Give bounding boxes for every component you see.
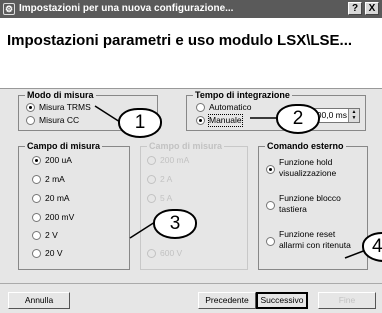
callout-2: 2 xyxy=(276,104,320,134)
footer-divider xyxy=(0,283,382,284)
callout-arrows xyxy=(94,105,367,259)
finish-button: Fine xyxy=(318,292,376,309)
callout-1-pointer xyxy=(94,105,121,123)
callout-1: 1 xyxy=(118,108,162,138)
dialog-window: ⚙ Impostazioni per una nuova configurazi… xyxy=(0,0,382,313)
callout-3-pointer xyxy=(129,221,156,239)
cancel-button[interactable]: Annulla xyxy=(8,292,70,309)
next-button[interactable]: Successivo xyxy=(256,292,308,309)
callout-3: 3 xyxy=(153,209,197,239)
previous-button[interactable]: Precedente xyxy=(198,292,256,309)
